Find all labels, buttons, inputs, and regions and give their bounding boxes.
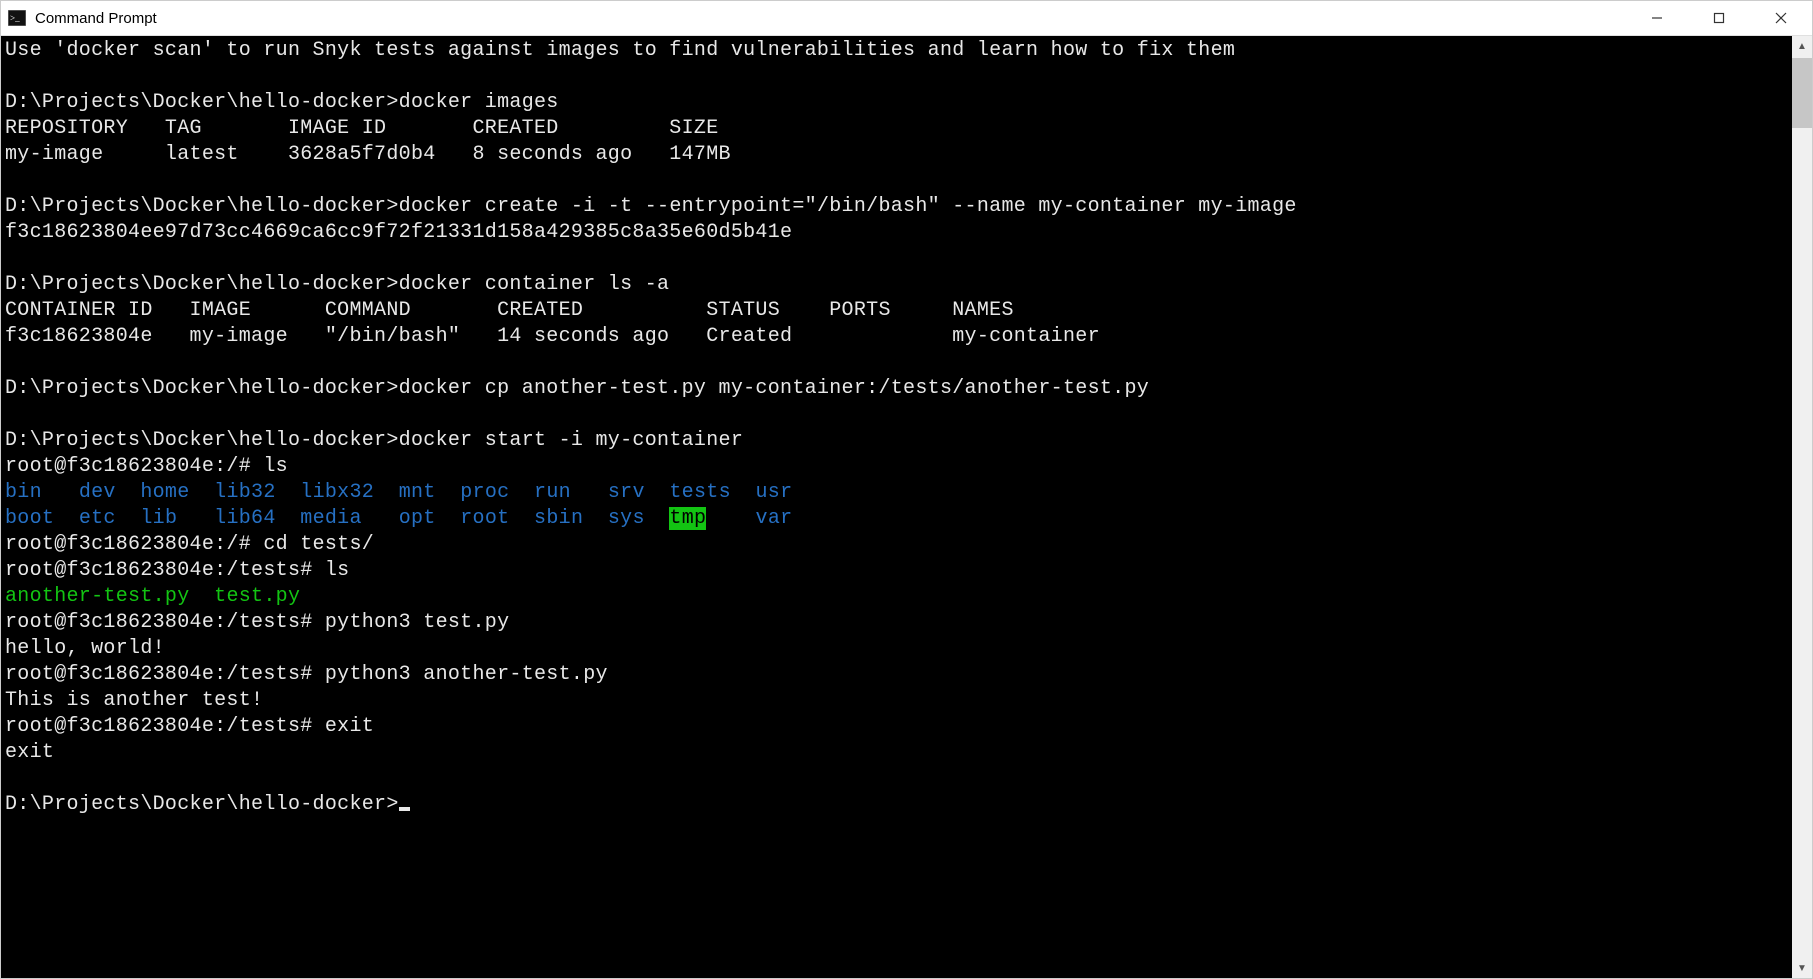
dir: var (756, 507, 793, 530)
dir: etc (79, 507, 116, 530)
dir: boot (5, 507, 54, 530)
dir: lib32 (214, 481, 276, 504)
prompt: D:\Projects\Docker\hello-docker> (5, 793, 399, 816)
output-line: hello, world! (5, 637, 165, 660)
window-controls (1626, 1, 1812, 36)
file: another-test.py (5, 585, 190, 608)
dir: srv (608, 481, 645, 504)
table-row: my-image latest 3628a5f7d0b4 8 seconds a… (5, 143, 731, 166)
dir: sys (608, 507, 645, 530)
dir: tests (669, 481, 731, 504)
dir: libx32 (300, 481, 374, 504)
root-prompt: root@f3c18623804e:/# (5, 533, 263, 556)
prompt: D:\Projects\Docker\hello-docker> (5, 91, 399, 114)
dir: opt (399, 507, 436, 530)
prompt: D:\Projects\Docker\hello-docker> (5, 377, 399, 400)
table-header: CONTAINER ID IMAGE COMMAND CREATED STATU… (5, 299, 1014, 322)
dir: proc (460, 481, 509, 504)
command: ls (263, 455, 288, 478)
scroll-down-icon[interactable]: ▼ (1792, 958, 1812, 978)
table-header: REPOSITORY TAG IMAGE ID CREATED SIZE (5, 117, 719, 140)
prompt: D:\Projects\Docker\hello-docker> (5, 195, 399, 218)
root-tests-prompt: root@f3c18623804e:/tests# (5, 559, 325, 582)
maximize-button[interactable] (1688, 1, 1750, 36)
output-line: f3c18623804ee97d73cc4669ca6cc9f72f21331d… (5, 221, 792, 244)
root-tests-prompt: root@f3c18623804e:/tests# (5, 663, 325, 686)
command-prompt-window: >_ Command Prompt Use 'docker scan' to r… (0, 0, 1813, 979)
command: cd tests/ (263, 533, 374, 556)
command: docker cp another-test.py my-container:/… (399, 377, 1149, 400)
command: ls (325, 559, 350, 582)
file: test.py (214, 585, 300, 608)
svg-text:>_: >_ (10, 13, 20, 23)
window-content: Use 'docker scan' to run Snyk tests agai… (1, 36, 1812, 978)
output-line: exit (5, 741, 54, 764)
scrollbar-thumb[interactable] (1792, 58, 1812, 128)
prompt: D:\Projects\Docker\hello-docker> (5, 273, 399, 296)
dir: home (140, 481, 189, 504)
dir-sticky: tmp (669, 507, 706, 530)
dir: lib (140, 507, 177, 530)
app-icon: >_ (7, 8, 27, 28)
hint-line: Use 'docker scan' to run Snyk tests agai… (5, 39, 1235, 62)
vertical-scrollbar[interactable]: ▲ ▼ (1792, 36, 1812, 978)
output-line: This is another test! (5, 689, 263, 712)
command: exit (325, 715, 374, 738)
command: python3 another-test.py (325, 663, 608, 686)
dir: sbin (534, 507, 583, 530)
minimize-button[interactable] (1626, 1, 1688, 36)
table-row: f3c18623804e my-image "/bin/bash" 14 sec… (5, 325, 1100, 348)
dir: dev (79, 481, 116, 504)
dir: usr (756, 481, 793, 504)
dir: run (534, 481, 571, 504)
window-title: Command Prompt (35, 10, 1626, 27)
dir: root (460, 507, 509, 530)
root-tests-prompt: root@f3c18623804e:/tests# (5, 611, 325, 634)
titlebar[interactable]: >_ Command Prompt (1, 1, 1812, 36)
command: docker images (399, 91, 559, 114)
root-prompt: root@f3c18623804e:/# (5, 455, 263, 478)
command: docker create -i -t --entrypoint="/bin/b… (399, 195, 1297, 218)
dir: bin (5, 481, 42, 504)
terminal-output[interactable]: Use 'docker scan' to run Snyk tests agai… (1, 36, 1792, 978)
command: python3 test.py (325, 611, 510, 634)
scroll-up-icon[interactable]: ▲ (1792, 36, 1812, 56)
command: docker container ls -a (399, 273, 670, 296)
close-button[interactable] (1750, 1, 1812, 36)
dir: lib64 (214, 507, 276, 530)
dir: media (300, 507, 362, 530)
cursor-icon (399, 807, 410, 811)
command: docker start -i my-container (399, 429, 743, 452)
root-tests-prompt: root@f3c18623804e:/tests# (5, 715, 325, 738)
dir: mnt (399, 481, 436, 504)
prompt: D:\Projects\Docker\hello-docker> (5, 429, 399, 452)
